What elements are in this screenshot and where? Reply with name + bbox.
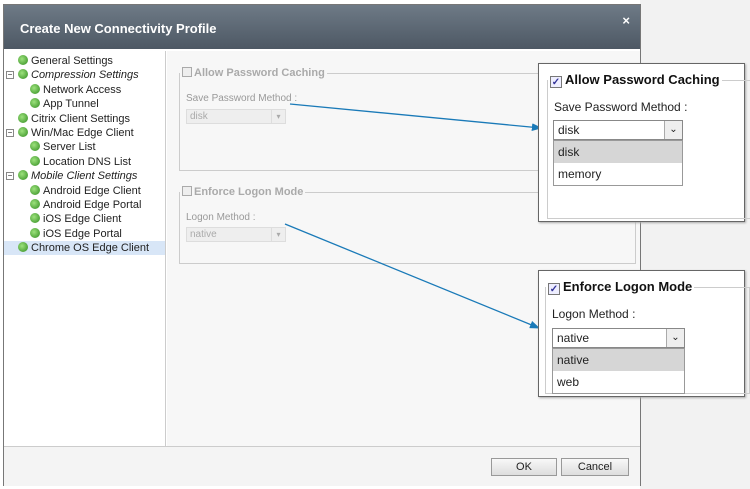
chevron-down-icon: ⌄ bbox=[664, 121, 682, 139]
logon-mode-callout: ✓ Enforce Logon Mode Logon Method : nativ… bbox=[538, 270, 750, 397]
chevron-down-icon: ⌄ bbox=[666, 329, 684, 347]
password-caching-callout: ✓ Allow Password Caching Save Password Me… bbox=[538, 63, 750, 222]
callout-logon-group: ✓ Enforce Logon Mode Logon Method : nativ… bbox=[545, 279, 750, 394]
callout-legend: Allow Password Caching bbox=[565, 72, 720, 87]
select-value: disk bbox=[558, 123, 580, 137]
dropdown-options: disk memory bbox=[553, 140, 683, 186]
arrow-line bbox=[284, 223, 541, 329]
callout-label: Save Password Method : bbox=[554, 100, 688, 114]
callout-label: Logon Method : bbox=[552, 307, 636, 321]
dropdown-options: native web bbox=[552, 348, 685, 394]
save-password-method-dropdown[interactable]: disk ⌄ bbox=[553, 120, 683, 140]
option-memory[interactable]: memory bbox=[554, 163, 682, 185]
option-disk[interactable]: disk bbox=[554, 141, 682, 163]
option-web[interactable]: web bbox=[553, 371, 684, 393]
callout-password-group: ✓ Allow Password Caching Save Password Me… bbox=[547, 72, 750, 219]
option-native[interactable]: native bbox=[553, 349, 684, 371]
select-value: native bbox=[557, 331, 590, 345]
callout-legend: Enforce Logon Mode bbox=[563, 279, 693, 294]
checkbox-checked-icon[interactable]: ✓ bbox=[550, 76, 562, 88]
checkbox-checked-icon[interactable]: ✓ bbox=[548, 283, 560, 295]
arrow-line bbox=[289, 103, 543, 132]
logon-method-dropdown[interactable]: native ⌄ bbox=[552, 328, 685, 348]
